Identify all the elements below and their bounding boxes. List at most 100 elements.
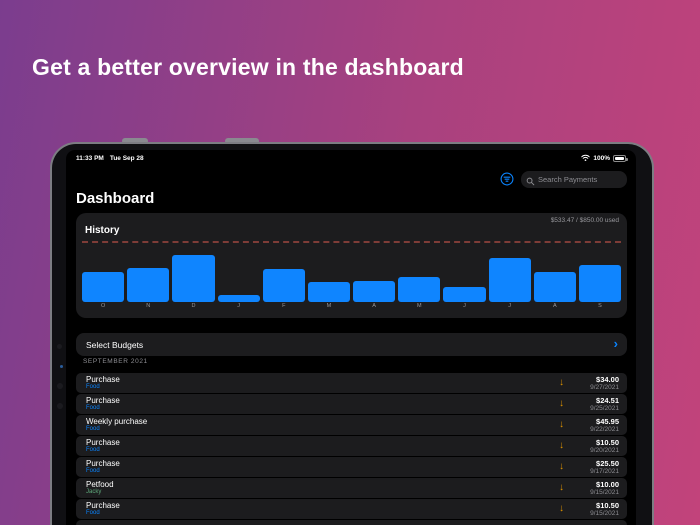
transaction-row[interactable]: Purchase Food ↓ $24.51 9/25/2021 (76, 394, 627, 414)
wifi-icon (581, 154, 591, 164)
search-input[interactable] (521, 171, 627, 188)
transaction-amount: $34.00 (596, 374, 619, 384)
transaction-date: 9/25/2021 (590, 404, 619, 412)
transaction-amount: $10.50 (596, 500, 619, 510)
transaction-title: Purchase (86, 374, 120, 384)
battery-percent: 100% (593, 155, 610, 162)
transaction-category: Jacky (86, 489, 102, 495)
chart-x-label: J (237, 303, 240, 309)
chart-x-label: M (326, 303, 332, 309)
month-section-header: SEPTEMBER 2021 (83, 358, 148, 365)
budget-usage-summary: $533.47 / $850.00 used (550, 217, 619, 224)
chart-bar-M-7[interactable] (398, 243, 441, 302)
select-budgets-row[interactable]: Select Budgets › (76, 333, 627, 356)
bar-segment (443, 287, 486, 302)
chart-bar-M-5[interactable] (307, 243, 351, 302)
bar-segment (307, 281, 351, 302)
chart-bar-S-11[interactable] (578, 243, 622, 302)
expense-arrow-icon: ↓ (559, 461, 564, 473)
filter-icon (500, 172, 514, 185)
select-budgets-label: Select Budgets (86, 339, 144, 350)
transaction-row[interactable]: ↓ (76, 520, 627, 525)
chart-x-label: N (146, 303, 151, 309)
bar-segment (353, 280, 396, 302)
chart-bar-J-3[interactable] (217, 243, 260, 302)
transaction-date: 9/27/2021 (590, 383, 619, 391)
chart-bar-A-6[interactable] (353, 243, 396, 302)
chart-x-label: O (100, 303, 106, 309)
chevron-right-icon: › (613, 336, 618, 351)
transaction-row[interactable]: Purchase Food ↓ $10.50 9/15/2021 (76, 499, 627, 519)
transaction-list: Purchase Food ↓ $34.00 9/27/2021 Purchas… (76, 373, 627, 525)
transaction-amount: $10.50 (596, 437, 619, 447)
bar-segment (533, 271, 576, 302)
toolbar (500, 169, 627, 188)
transaction-amount: $10.00 (596, 479, 619, 489)
transaction-category: Food (86, 426, 100, 432)
expense-arrow-icon: ↓ (559, 377, 564, 389)
battery-icon (613, 155, 628, 162)
chart-bar-F-4[interactable] (262, 243, 305, 302)
transaction-amount: $24.51 (596, 395, 619, 405)
transaction-date: 9/20/2021 (590, 446, 619, 454)
chart-x-label: J (463, 303, 466, 309)
expense-arrow-icon: ↓ (559, 482, 564, 494)
transaction-row[interactable]: Purchase Food ↓ $10.50 9/20/2021 (76, 436, 627, 456)
chart-bar-O-0[interactable] (82, 243, 125, 302)
sensor-dot (57, 383, 63, 389)
page-title: Dashboard (76, 190, 155, 207)
transaction-row[interactable]: Purchase Food ↓ $34.00 9/27/2021 (76, 373, 627, 393)
transaction-title: Purchase (86, 458, 120, 468)
transaction-title: Purchase (86, 437, 120, 447)
transaction-category: Food (86, 384, 100, 390)
marketing-slide: Get a better overview in the dashboard 1… (0, 0, 700, 525)
chart-bar-J-8[interactable] (443, 243, 486, 302)
chart-bar-J-9[interactable] (488, 243, 531, 302)
chart-columns (82, 243, 622, 302)
transaction-date: 9/17/2021 (590, 467, 619, 475)
expense-arrow-icon: ↓ (559, 398, 564, 410)
bar-segment (82, 271, 125, 302)
bar-segment (127, 268, 170, 302)
tablet-screen: 11:33 PM Tue Sep 28 100% Search Payments… (66, 150, 636, 525)
chart-x-label: A (552, 303, 557, 309)
transaction-title: Purchase (86, 500, 120, 510)
transaction-category: Food (86, 447, 100, 453)
chart-bar-D-2[interactable] (172, 243, 215, 302)
chart-x-label: S (598, 303, 602, 309)
transaction-date: 9/15/2021 (590, 509, 619, 517)
sensor-dot (57, 403, 63, 409)
hero-title: Get a better overview in the dashboard (32, 54, 464, 80)
bar-segment (217, 295, 260, 302)
bar-segment (398, 276, 441, 302)
transaction-date: 9/22/2021 (590, 425, 619, 433)
transaction-category: Food (86, 510, 100, 516)
expense-arrow-icon: ↓ (559, 419, 564, 431)
transaction-title: Purchase (86, 395, 120, 405)
bar-segment (262, 268, 305, 302)
transaction-title: Petfood (86, 479, 114, 489)
status-bar: 11:33 PM Tue Sep 28 100% (76, 153, 628, 164)
transaction-row[interactable]: Purchase Food ↓ $25.50 9/17/2021 (76, 457, 627, 477)
status-date: Tue Sep 28 (109, 155, 144, 162)
transaction-row[interactable]: Weekly purchase Food ↓ $45.95 9/22/2021 (76, 415, 627, 435)
chart-x-label: J (508, 303, 511, 309)
transaction-amount: $25.50 (596, 458, 619, 468)
bar-segment (172, 254, 215, 302)
camera-icon (57, 344, 62, 349)
chart-bar-A-10[interactable] (533, 243, 576, 302)
chart-labels: ONDJFMAMJJAS (82, 303, 621, 309)
bar-segment (578, 265, 622, 302)
filter-circle-button[interactable] (500, 172, 514, 186)
expense-arrow-icon: ↓ (559, 503, 564, 515)
transaction-row[interactable]: Petfood Jacky ↓ $10.00 9/15/2021 (76, 478, 627, 498)
expense-arrow-icon: ↓ (559, 440, 564, 452)
history-card: $533.47 / $850.00 used History O N D J F M A M J… (76, 213, 627, 318)
chart-x-label: D (191, 303, 196, 309)
camera-glint (60, 365, 63, 368)
chart-x-label: A (372, 303, 376, 309)
chart-bar-N-1[interactable] (127, 243, 170, 302)
transaction-amount: $45.95 (596, 416, 619, 426)
chart-x-label: F (282, 303, 286, 309)
tablet-frame: 11:33 PM Tue Sep 28 100% Search Payments… (50, 142, 654, 525)
